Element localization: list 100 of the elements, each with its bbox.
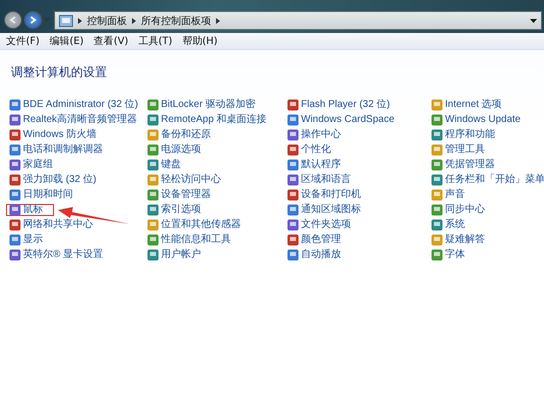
control-panel-link[interactable]: 操作中心 bbox=[284, 129, 344, 141]
applet-icon bbox=[9, 129, 21, 141]
control-panel-link[interactable]: Flash Player (32 位) bbox=[284, 99, 393, 111]
control-panel-link[interactable]: BDE Administrator (32 位) bbox=[6, 99, 142, 111]
control-panel-link[interactable]: BitLocker 驱动器加密 bbox=[144, 99, 258, 111]
control-panel-link[interactable]: 程序和功能 bbox=[428, 129, 498, 141]
applet-icon bbox=[9, 189, 21, 201]
menu-item[interactable]: 查看(V) bbox=[94, 34, 128, 48]
control-panel-link[interactable]: RemoteApp 和桌面连接 bbox=[144, 114, 270, 126]
applet-icon bbox=[9, 159, 21, 171]
applet-icon bbox=[287, 219, 299, 231]
control-panel-link[interactable]: 键盘 bbox=[144, 159, 184, 171]
applet-icon bbox=[9, 144, 21, 156]
control-panel-link[interactable]: Windows 防火墙 bbox=[6, 129, 100, 141]
applet-icon bbox=[287, 204, 299, 216]
applet-icon bbox=[147, 249, 159, 261]
applet-icon bbox=[147, 234, 159, 246]
control-panel-link[interactable]: 区域和语言 bbox=[284, 174, 354, 186]
applet-icon bbox=[9, 249, 21, 261]
applet-icon bbox=[287, 249, 299, 261]
control-panel-link[interactable]: 自动播放 bbox=[284, 249, 344, 261]
breadcrumb[interactable]: 控制面板 bbox=[87, 14, 127, 28]
applet-icon bbox=[9, 174, 21, 186]
control-panel-link[interactable]: 日期和时间 bbox=[6, 189, 76, 201]
control-panel-link[interactable]: 系统 bbox=[428, 219, 468, 231]
applet-icon bbox=[9, 114, 21, 126]
menu-item[interactable]: 文件(F) bbox=[6, 34, 40, 48]
applet-icon bbox=[431, 99, 443, 111]
applet-icon bbox=[431, 204, 443, 216]
menu-item[interactable]: 工具(T) bbox=[138, 34, 172, 48]
applet-icon bbox=[431, 159, 443, 171]
applet-icon bbox=[9, 204, 21, 216]
control-panel-link[interactable]: 鼠标 bbox=[6, 204, 54, 216]
applet-icon bbox=[9, 99, 21, 111]
applet-icon bbox=[431, 234, 443, 246]
control-panel-link[interactable]: 凭据管理器 bbox=[428, 159, 498, 171]
applet-icon bbox=[147, 99, 159, 111]
applet-icon bbox=[287, 144, 299, 156]
control-panel-link[interactable]: 位置和其他传感器 bbox=[144, 219, 244, 231]
back-button[interactable] bbox=[4, 11, 22, 29]
control-panel-link[interactable]: 设备管理器 bbox=[144, 189, 214, 201]
control-panel-link[interactable]: 同步中心 bbox=[428, 204, 488, 216]
applet-icon bbox=[431, 114, 443, 126]
control-panel-link[interactable]: 设备和打印机 bbox=[284, 189, 364, 201]
control-panel-link[interactable]: 通知区域图标 bbox=[284, 204, 364, 216]
applet-icon bbox=[431, 174, 443, 186]
applet-icon bbox=[431, 144, 443, 156]
applet-icon bbox=[147, 159, 159, 171]
control-panel-link[interactable]: 个性化 bbox=[284, 144, 334, 156]
breadcrumb[interactable]: 所有控制面板项 bbox=[141, 14, 211, 28]
applet-icon bbox=[431, 189, 443, 201]
applet-icon bbox=[431, 129, 443, 141]
control-panel-link[interactable]: 默认程序 bbox=[284, 159, 344, 171]
control-panel-link[interactable]: 电源选项 bbox=[144, 144, 204, 156]
control-panel-link[interactable]: 性能信息和工具 bbox=[144, 234, 234, 246]
control-panel-link[interactable]: Windows CardSpace bbox=[284, 114, 398, 126]
control-panel-link[interactable]: 文件夹选项 bbox=[284, 219, 354, 231]
control-panel-link[interactable]: 轻松访问中心 bbox=[144, 174, 224, 186]
chevron-icon bbox=[216, 18, 220, 24]
control-panel-link[interactable]: 字体 bbox=[428, 249, 468, 261]
menu-item[interactable]: 帮助(H) bbox=[182, 34, 218, 48]
applet-icon bbox=[287, 114, 299, 126]
applet-icon bbox=[431, 219, 443, 231]
menu-item[interactable]: 编辑(E) bbox=[50, 34, 84, 48]
applet-icon bbox=[147, 174, 159, 186]
control-panel-link[interactable]: 电话和调制解调器 bbox=[6, 144, 106, 156]
applet-icon bbox=[287, 99, 299, 111]
dropdown-caret-icon[interactable] bbox=[530, 18, 537, 22]
applet-icon bbox=[287, 159, 299, 171]
control-panel-link[interactable]: Internet 选项 bbox=[428, 99, 505, 111]
applet-icon bbox=[147, 114, 159, 126]
applet-icon bbox=[147, 204, 159, 216]
chevron-icon bbox=[78, 18, 82, 24]
address-bar[interactable]: 控制面板 所有控制面板项 bbox=[54, 11, 542, 30]
applet-icon bbox=[287, 189, 299, 201]
control-panel-link[interactable]: Realtek高清晰音频管理器 bbox=[6, 114, 140, 126]
applet-icon bbox=[147, 189, 159, 201]
control-panel-link[interactable]: 强力卸载 (32 位) bbox=[6, 174, 100, 186]
control-panel-link[interactable]: 英特尔® 显卡设置 bbox=[6, 249, 106, 261]
applet-icon bbox=[147, 144, 159, 156]
control-panel-link[interactable]: 索引选项 bbox=[144, 204, 204, 216]
control-panel-link[interactable]: 用户帐户 bbox=[144, 249, 204, 261]
control-panel-link[interactable]: 家庭组 bbox=[6, 159, 56, 171]
applet-icon bbox=[147, 129, 159, 141]
control-panel-link[interactable]: 网络和共享中心 bbox=[6, 219, 96, 231]
applet-icon bbox=[147, 219, 159, 231]
control-panel-link[interactable]: 备份和还原 bbox=[144, 129, 214, 141]
applet-icon bbox=[431, 249, 443, 261]
applet-icon bbox=[287, 234, 299, 246]
control-panel-link[interactable]: 管理工具 bbox=[428, 144, 488, 156]
control-panel-link[interactable]: 显示 bbox=[6, 234, 46, 246]
applet-icon bbox=[9, 234, 21, 246]
control-panel-link[interactable]: 颜色管理 bbox=[284, 234, 344, 246]
applet-icon bbox=[9, 219, 21, 231]
page-heading: 调整计算机的设置 bbox=[11, 64, 108, 81]
control-panel-link[interactable]: 疑难解答 bbox=[428, 234, 488, 246]
forward-button[interactable] bbox=[24, 11, 42, 29]
applet-icon bbox=[287, 174, 299, 186]
control-panel-link[interactable]: 声音 bbox=[428, 189, 468, 201]
control-panel-link[interactable]: Windows Update bbox=[428, 114, 524, 126]
